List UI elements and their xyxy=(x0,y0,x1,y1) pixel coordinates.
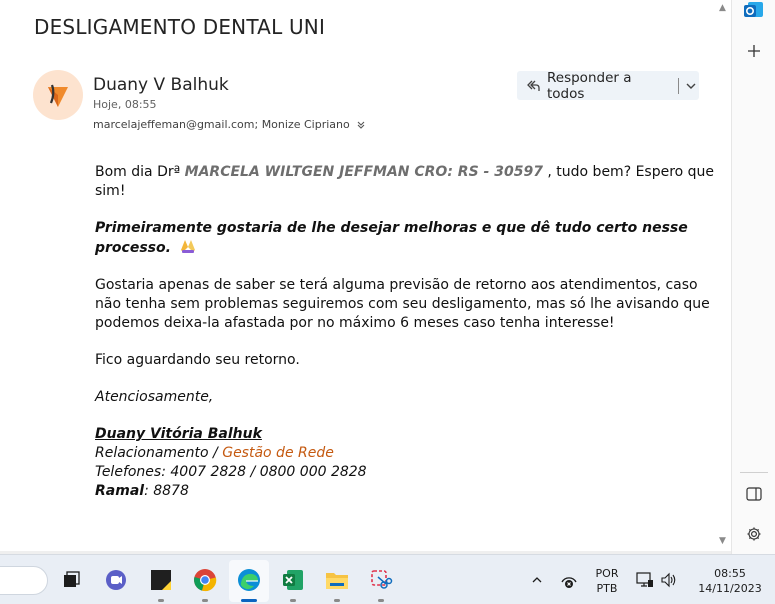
signature-phones: Telefones: 4007 2828 / 0800 000 2828 xyxy=(95,464,367,480)
praying-hands-emoji-icon xyxy=(181,240,196,253)
clock[interactable]: 08:55 14/11/2023 xyxy=(690,566,770,596)
reply-options-chevron-icon[interactable] xyxy=(685,80,699,92)
taskbar-search-box[interactable] xyxy=(0,566,48,595)
display-icon[interactable] xyxy=(632,567,658,593)
file-explorer-icon[interactable] xyxy=(324,567,350,593)
chrome-indicator xyxy=(202,599,208,602)
closing-line: Fico aguardando seu retorno. xyxy=(95,352,300,368)
reply-all-button[interactable]: Responder a todos xyxy=(517,69,699,102)
language-line2: PTB xyxy=(596,582,618,595)
role-department: Gestão de Rede xyxy=(222,445,334,461)
main-paragraph: Gostaria apenas de saber se terá alguma … xyxy=(95,277,710,331)
regards-line: Atenciosamente, xyxy=(95,389,214,405)
recipients-line[interactable]: marcelajeffeman@gmail.com; Monize Cipria… xyxy=(93,118,366,131)
sticky-notes-icon[interactable] xyxy=(148,567,174,593)
reply-all-label: Responder a todos xyxy=(547,69,632,102)
edge-icon[interactable] xyxy=(236,567,262,593)
outlook-window: DESLIGAMENTO DENTAL UNI Duany V Balhuk H… xyxy=(0,0,775,554)
sender-logo-icon xyxy=(40,77,76,113)
scroll-up-arrow-icon[interactable]: ▲ xyxy=(719,3,726,13)
signature-name: Duany Vitória Balhuk xyxy=(95,426,262,442)
email-subject: DESLIGAMENTO DENTAL UNI xyxy=(34,15,326,39)
snipping-tool-icon[interactable] xyxy=(368,567,394,593)
teams-icon[interactable] xyxy=(103,567,129,593)
edge-active-indicator xyxy=(241,599,257,602)
wish-line: Primeiramente gostaria de lhe desejar me… xyxy=(95,219,715,258)
task-view-icon[interactable] xyxy=(58,567,84,593)
network-status-icon[interactable] xyxy=(556,567,582,593)
file-explorer-indicator xyxy=(334,599,340,602)
button-divider xyxy=(678,77,680,94)
reading-pane: DESLIGAMENTO DENTAL UNI Duany V Balhuk H… xyxy=(0,0,731,554)
volume-icon[interactable] xyxy=(656,567,682,593)
ramal-label: Ramal xyxy=(95,483,145,499)
panel-icon[interactable] xyxy=(742,482,766,506)
greeting-start: Bom dia Drª xyxy=(95,164,185,180)
sender-name[interactable]: Duany V Balhuk xyxy=(93,75,229,95)
scroll-down-arrow-icon[interactable]: ▼ xyxy=(719,536,726,546)
signature-role: Relacionamento / Gestão de Rede xyxy=(95,444,715,463)
outlook-icon[interactable] xyxy=(742,0,766,22)
excel-icon[interactable] xyxy=(280,567,306,593)
expand-recipients-icon[interactable] xyxy=(356,120,366,130)
excel-indicator xyxy=(290,599,296,602)
side-rail xyxy=(731,0,775,554)
clock-date: 14/11/2023 xyxy=(698,582,762,595)
taskbar: POR PTB 08:55 14/11/2023 xyxy=(0,554,775,604)
language-line1: POR xyxy=(595,567,619,580)
greeting-name: MARCELA WILTGEN JEFFMAN CRO: RS - 30597 xyxy=(184,164,543,180)
show-hidden-icons-chevron-icon[interactable] xyxy=(524,567,550,593)
recipients-text: marcelajeffeman@gmail.com; Monize Cipria… xyxy=(93,118,350,131)
email-body: Bom dia Drª MARCELA WILTGEN JEFFMAN CRO:… xyxy=(95,163,715,501)
add-icon[interactable] xyxy=(742,39,766,63)
language-indicator[interactable]: POR PTB xyxy=(592,566,622,596)
chrome-icon[interactable] xyxy=(192,567,218,593)
snipping-tool-indicator xyxy=(378,599,384,602)
rail-divider xyxy=(740,472,768,473)
settings-icon[interactable] xyxy=(742,522,766,546)
signature-ramal: Ramal: 8878 xyxy=(95,482,715,501)
sender-avatar[interactable] xyxy=(33,70,83,120)
clock-time: 08:55 xyxy=(714,567,746,580)
reply-all-icon xyxy=(525,78,541,94)
role-prefix: Relacionamento / xyxy=(95,445,223,461)
ramal-value: : 8878 xyxy=(144,483,189,499)
greeting-line: Bom dia Drª MARCELA WILTGEN JEFFMAN CRO:… xyxy=(95,163,715,201)
email-time: Hoje, 08:55 xyxy=(93,98,157,111)
vertical-scrollbar[interactable] xyxy=(715,0,731,554)
sticky-notes-indicator xyxy=(158,599,164,602)
